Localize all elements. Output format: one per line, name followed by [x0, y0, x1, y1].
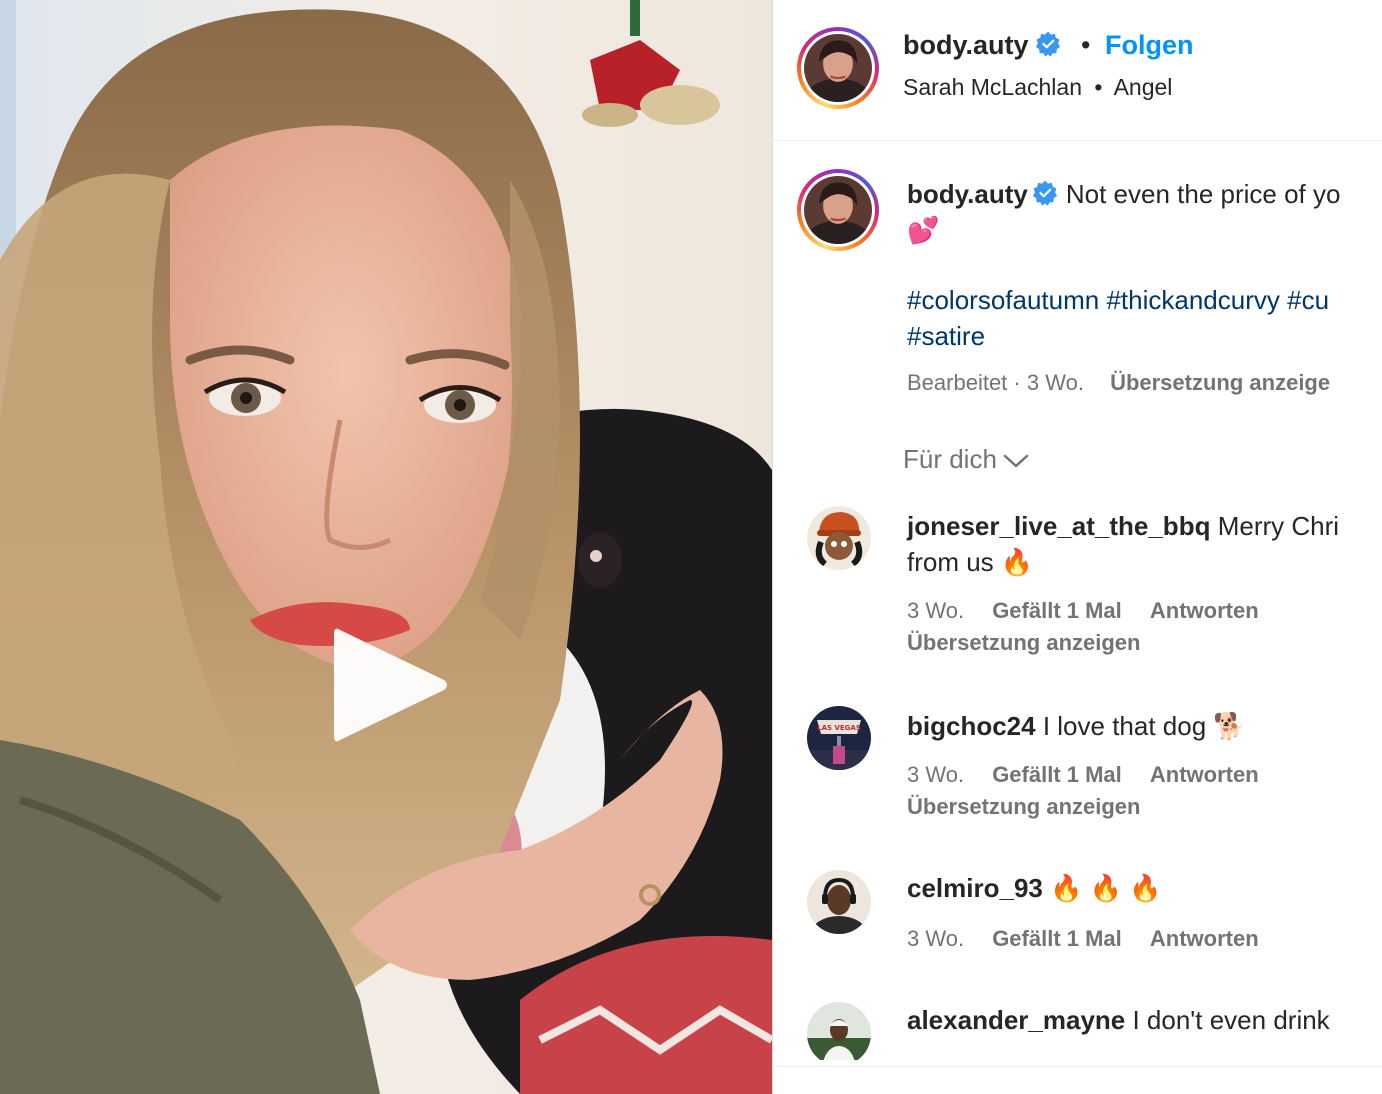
sort-label: Für dich: [903, 444, 997, 474]
comment-text: alexander_mayne I don't even drink: [907, 1002, 1382, 1038]
comment-text: joneser_live_at_the_bbq Merry Chri from …: [907, 508, 1382, 580]
comment-time[interactable]: 3 Wo.: [907, 926, 964, 951]
meta-separator: ·: [1013, 370, 1021, 395]
commenter-avatar[interactable]: [807, 1002, 871, 1060]
hashtag-list: #colorsofautumn #thickandcurvy #cu #sati…: [907, 282, 1382, 354]
comment-body: 🔥 🔥 🔥: [1050, 873, 1162, 903]
verified-badge-icon: [1032, 180, 1057, 206]
reply-button[interactable]: Antworten: [1150, 762, 1259, 787]
comment-actions: 3 Wo. Gefällt 1 Mal Antworten: [907, 598, 1281, 624]
comment-text: bigchoc24 I love that dog 🐕: [907, 708, 1382, 744]
author-avatar-image: [804, 34, 872, 102]
comment-actions: 3 Wo. Gefällt 1 Mal Antworten: [907, 762, 1281, 788]
avatar-text: LAS VEGAS: [817, 724, 861, 732]
audio-artist[interactable]: Sarah McLachlan: [903, 74, 1082, 100]
commenter-avatar-image: [807, 506, 871, 570]
hashtag-link[interactable]: #thickandcurvy: [1106, 285, 1279, 315]
comment-username[interactable]: joneser_live_at_the_bbq: [907, 511, 1210, 541]
comment-likes[interactable]: Gefällt 1 Mal: [992, 762, 1122, 787]
caption-emoji: 💕: [907, 215, 940, 245]
header-separator: •: [1081, 30, 1091, 60]
author-username[interactable]: body.auty: [903, 30, 1061, 61]
caption-body: Not even the price of yo: [1065, 179, 1341, 209]
commenter-avatar[interactable]: LAS VEGAS: [807, 706, 871, 770]
audio-info[interactable]: Sarah McLachlan • Angel: [903, 74, 1172, 101]
comment-text: celmiro_93 🔥 🔥 🔥: [907, 870, 1382, 906]
play-icon: [334, 628, 447, 742]
reel-video[interactable]: [0, 0, 772, 1094]
comment-username[interactable]: bigchoc24: [907, 711, 1036, 741]
commenter-avatar[interactable]: [807, 870, 871, 934]
post-sidebar: body.auty • Folgen Sarah McLachlan • Ang…: [772, 0, 1382, 1094]
caption-text: body.auty Not even the price of yo 💕: [907, 176, 1382, 248]
audio-track[interactable]: Angel: [1114, 74, 1173, 100]
author-avatar[interactable]: [797, 27, 879, 109]
commenter-avatar[interactable]: [807, 506, 871, 570]
post-header: body.auty • Folgen Sarah McLachlan • Ang…: [773, 0, 1382, 141]
comment-body: I love that dog 🐕: [1042, 711, 1246, 741]
comment-time[interactable]: 3 Wo.: [907, 598, 964, 623]
comment-sort-dropdown[interactable]: Für dich: [903, 444, 1029, 475]
caption-time[interactable]: 3 Wo.: [1027, 370, 1084, 395]
caption-username[interactable]: body.auty: [907, 179, 1028, 209]
hashtag-link[interactable]: #satire: [907, 321, 985, 351]
comment-username[interactable]: celmiro_93: [907, 873, 1043, 903]
reply-button[interactable]: Antworten: [1150, 926, 1259, 951]
translate-caption-button[interactable]: Übersetzung anzeige: [1110, 370, 1330, 395]
comment-time[interactable]: 3 Wo.: [907, 762, 964, 787]
comment-actions: 3 Wo. Gefällt 1 Mal Antworten: [907, 926, 1281, 952]
translate-comment-button[interactable]: Übersetzung anzeigen: [907, 794, 1140, 820]
hashtag-link[interactable]: #cu: [1287, 285, 1329, 315]
comment-body-continued: from us 🔥: [907, 547, 1034, 577]
caption-meta: Bearbeitet · 3 Wo. Übersetzung anzeige: [907, 370, 1330, 396]
verified-badge-icon: [1035, 31, 1060, 57]
follow-button[interactable]: Folgen: [1105, 30, 1194, 61]
commenter-avatar-image: [807, 1002, 871, 1060]
play-button[interactable]: [326, 620, 454, 750]
comment-likes[interactable]: Gefällt 1 Mal: [992, 598, 1122, 623]
video-frame-illustration: [0, 0, 772, 1094]
comment-likes[interactable]: Gefällt 1 Mal: [992, 926, 1122, 951]
commenter-avatar-image: [807, 870, 871, 934]
comment-body: Merry Chri: [1217, 511, 1340, 541]
comment-body: I don't even drink: [1132, 1005, 1330, 1035]
audio-separator: •: [1094, 74, 1103, 100]
comment-username[interactable]: alexander_mayne: [907, 1005, 1125, 1035]
caption-author-avatar[interactable]: [797, 169, 879, 251]
comment-item: alexander_mayne I don't even drink: [773, 1002, 1382, 1060]
commenter-avatar-image: LAS VEGAS: [807, 706, 871, 770]
action-bar-divider: [773, 1066, 1382, 1067]
caption-avatar-image: [804, 176, 872, 244]
reply-button[interactable]: Antworten: [1150, 598, 1259, 623]
hashtag-link[interactable]: #colorsofautumn: [907, 285, 1099, 315]
chevron-down-icon: [1003, 454, 1029, 468]
translate-comment-button[interactable]: Übersetzung anzeigen: [907, 630, 1140, 656]
edited-label: Bearbeitet: [907, 370, 1008, 395]
